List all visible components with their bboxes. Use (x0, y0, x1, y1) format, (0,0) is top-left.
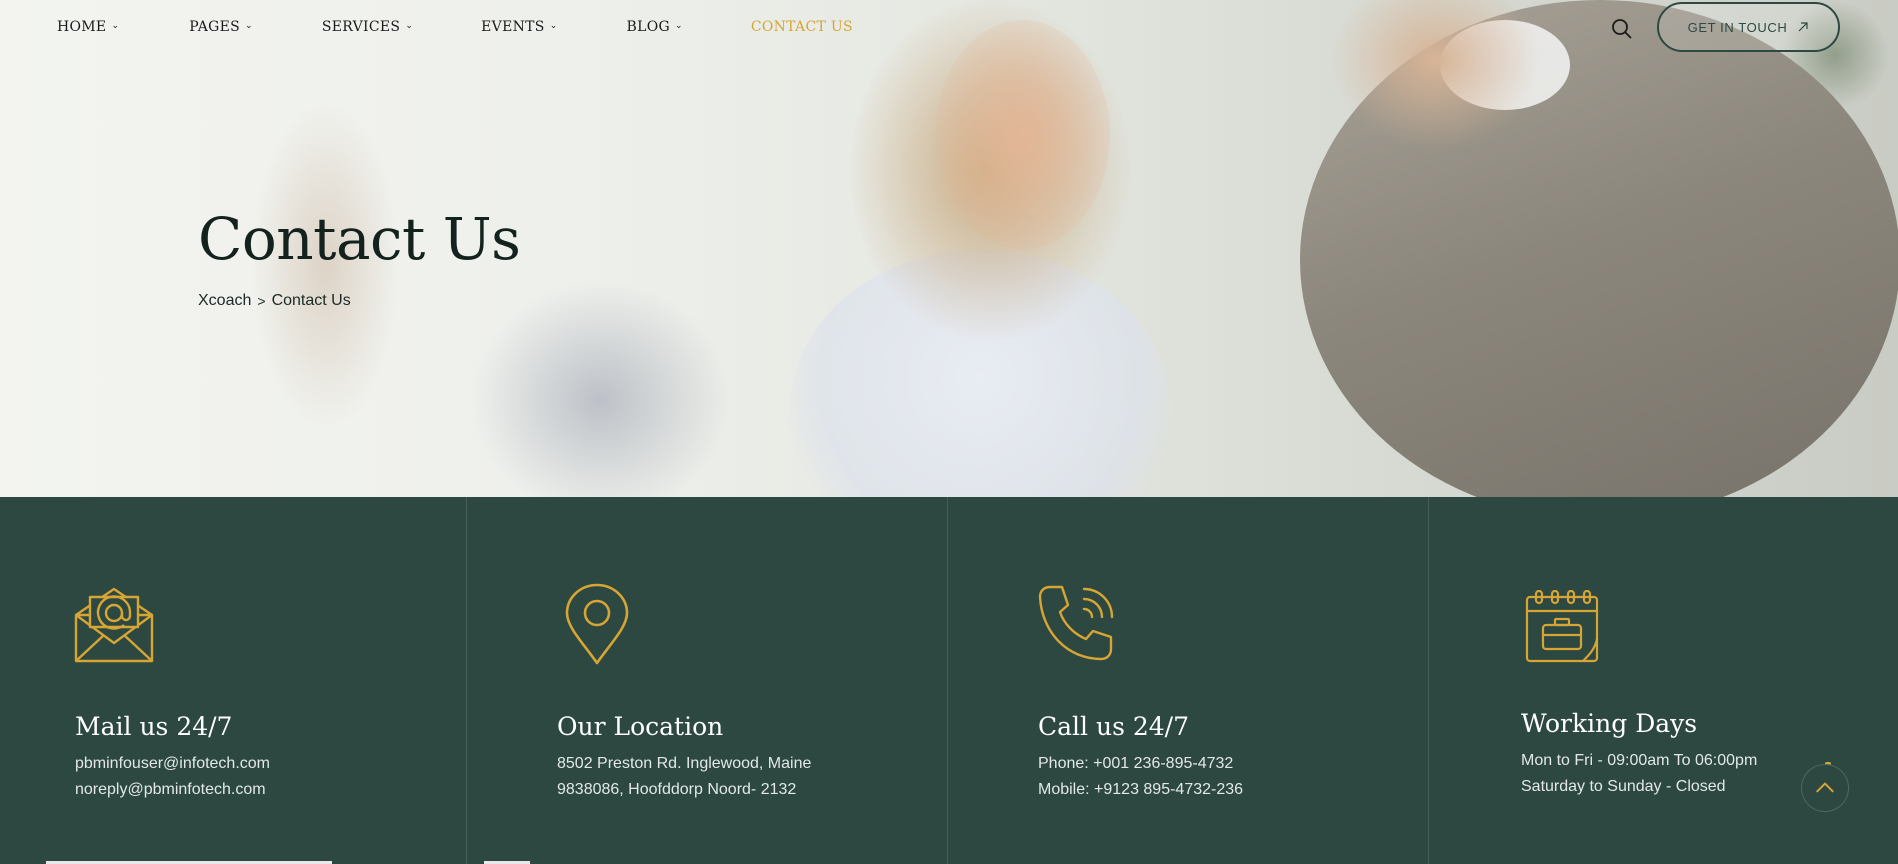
info-title: Working Days (1521, 709, 1698, 738)
phone-link[interactable]: Phone: +001 236-895-4732 (1038, 755, 1233, 773)
chevron-down-icon: ⌄ (405, 21, 414, 31)
main-nav: HOME ⌄ PAGES ⌄ SERVICES ⌄ EVENTS ⌄ BLOG … (57, 19, 853, 35)
nav-item-services[interactable]: SERVICES ⌄ (322, 19, 413, 35)
search-button[interactable] (1610, 17, 1634, 41)
info-card-location: Our Location 8502 Preston Rd. Inglewood,… (467, 497, 947, 864)
info-line: 8502 Preston Rd. Inglewood, Maine (557, 755, 812, 772)
nav-item-label: BLOG (626, 19, 670, 35)
mobile-link[interactable]: Mobile: +9123 895-4732-236 (1038, 781, 1243, 799)
map-pin-icon (565, 583, 629, 665)
info-line: Saturday to Sunday - Closed (1521, 778, 1726, 795)
info-line: Mon to Fri - 09:00am To 06:00pm (1521, 752, 1758, 769)
hero-photo-face (935, 20, 1110, 250)
calendar-briefcase-icon (1525, 589, 1599, 663)
phone-icon (1038, 585, 1114, 661)
scroll-to-top-button[interactable] (1801, 764, 1849, 812)
breadcrumb: Xcoach > Contact Us (198, 292, 351, 310)
nav-item-label: PAGES (189, 19, 241, 35)
nav-item-contact-us[interactable]: CONTACT US (751, 19, 853, 35)
chevron-down-icon: ⌄ (111, 21, 120, 31)
chevron-up-icon (1816, 782, 1834, 793)
nav-item-pages[interactable]: PAGES ⌄ (189, 19, 253, 35)
breadcrumb-separator: > (257, 293, 266, 309)
hero-photo-background-man (470, 280, 730, 497)
nav-item-events[interactable]: EVENTS ⌄ (481, 19, 557, 35)
arrow-up-right-icon (1798, 22, 1808, 32)
nav-item-label: SERVICES (321, 19, 401, 35)
info-title: Our Location (557, 712, 724, 741)
nav-item-blog[interactable]: BLOG ⌄ (627, 19, 683, 35)
info-card-mail: Mail us 24/7 pbminfouser@infotech.com no… (0, 497, 466, 864)
get-in-touch-button[interactable]: GET IN TOUCH (1657, 2, 1840, 52)
search-icon (1612, 19, 1632, 39)
nav-item-label: EVENTS (481, 19, 545, 35)
email-link[interactable]: pbminfouser@infotech.com (75, 755, 270, 773)
nav-item-label: HOME (57, 19, 107, 35)
page-title: Contact Us (198, 205, 521, 273)
envelope-at-icon (74, 587, 154, 663)
email-link[interactable]: noreply@pbminfotech.com (75, 781, 266, 799)
info-line: 9838086, Hoofddorp Noord- 2132 (557, 781, 797, 798)
chevron-down-icon: ⌄ (674, 21, 683, 31)
contact-info-band: Mail us 24/7 pbminfouser@infotech.com no… (0, 497, 1898, 864)
nav-item-label: CONTACT US (750, 19, 853, 35)
nav-item-home[interactable]: HOME ⌄ (57, 19, 119, 35)
chevron-down-icon: ⌄ (245, 21, 253, 31)
breadcrumb-home-link[interactable]: Xcoach (198, 292, 251, 310)
info-title: Mail us 24/7 (75, 712, 233, 741)
hero-banner: Contact Us Xcoach > Contact Us (0, 0, 1898, 497)
chevron-down-icon: ⌄ (549, 21, 558, 31)
cta-label: GET IN TOUCH (1687, 19, 1788, 35)
info-title: Call us 24/7 (1038, 712, 1189, 741)
info-card-call: Call us 24/7 Phone: +001 236-895-4732 Mo… (948, 497, 1428, 864)
breadcrumb-current: Contact Us (271, 292, 351, 309)
